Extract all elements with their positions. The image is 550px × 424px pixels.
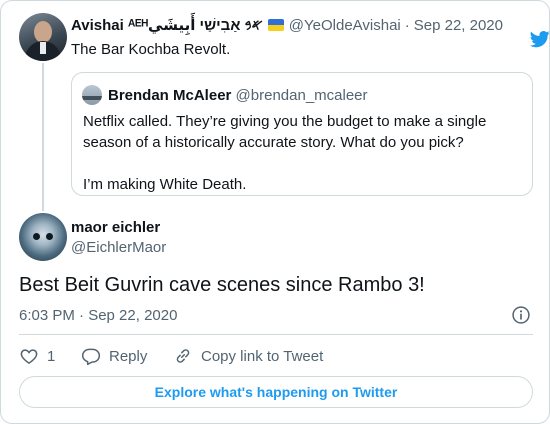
reply-tweet-text: Best Beit Guvrin cave scenes since Rambo… xyxy=(19,274,425,296)
quoted-author-name: Brendan McAleer xyxy=(108,87,232,104)
parent-tweet-header: Avishai ᴬᴱᴴ𐤀𐤁 אַבִישַׁי أَبِيشَي @YeOlde… xyxy=(71,16,503,35)
like-button[interactable]: 1 xyxy=(19,346,81,366)
heart-icon xyxy=(20,349,38,364)
reply-author-name[interactable]: maor eichler xyxy=(71,219,160,236)
avatar[interactable] xyxy=(19,13,67,61)
tweet-actions: 1 Reply Copy link to Tweet xyxy=(19,346,323,366)
quoted-paragraph: Netflix called. They’re giving you the b… xyxy=(83,113,487,151)
explore-twitter-button[interactable]: Explore what's happening on Twitter xyxy=(19,376,533,408)
info-icon[interactable] xyxy=(511,305,531,325)
reply-bubble-icon xyxy=(81,348,101,366)
author-handle[interactable]: @YeOldeAvishai xyxy=(289,17,401,34)
reply-label: Reply xyxy=(109,347,148,365)
tweet-date[interactable]: Sep 22, 2020 xyxy=(414,17,503,34)
quoted-paragraph: I’m making White Death. xyxy=(83,176,247,193)
ukraine-flag-icon xyxy=(267,19,284,31)
reply-author-handle[interactable]: @EichlerMaor xyxy=(71,239,166,256)
like-count: 1 xyxy=(47,347,56,365)
embedded-tweet-card: Avishai ᴬᴱᴴ𐤀𐤁 אַבִישַׁי أَبِيشَي @YeOlde… xyxy=(0,0,550,424)
separator: · xyxy=(404,16,410,34)
avatar xyxy=(82,85,102,105)
quoted-tweet-header: Brendan McAleer @brendan_mcaleer xyxy=(108,87,368,104)
copy-link-label: Copy link to Tweet xyxy=(201,347,324,365)
thread-connector xyxy=(42,63,44,211)
reply-button[interactable]: Reply xyxy=(81,346,173,366)
quoted-tweet-text: Netflix called. They’re giving you the b… xyxy=(83,111,523,216)
quoted-tweet[interactable]: Brendan McAleer @brendan_mcaleer Netflix… xyxy=(71,72,533,196)
link-icon xyxy=(176,349,190,363)
tweet-text: The Bar Kochba Revolt. xyxy=(71,41,231,58)
twitter-bird-icon[interactable] xyxy=(528,29,550,49)
avatar[interactable] xyxy=(19,213,67,261)
copy-link-button[interactable]: Copy link to Tweet xyxy=(173,346,323,366)
quoted-author-handle: @brendan_mcaleer xyxy=(235,87,368,104)
tweet-timestamp[interactable]: 6:03 PM · Sep 22, 2020 xyxy=(19,307,177,324)
author-name[interactable]: Avishai ᴬᴱᴴ𐤀𐤁 אַבִישַׁי أَبِيشَي xyxy=(71,16,263,34)
divider xyxy=(19,334,533,335)
